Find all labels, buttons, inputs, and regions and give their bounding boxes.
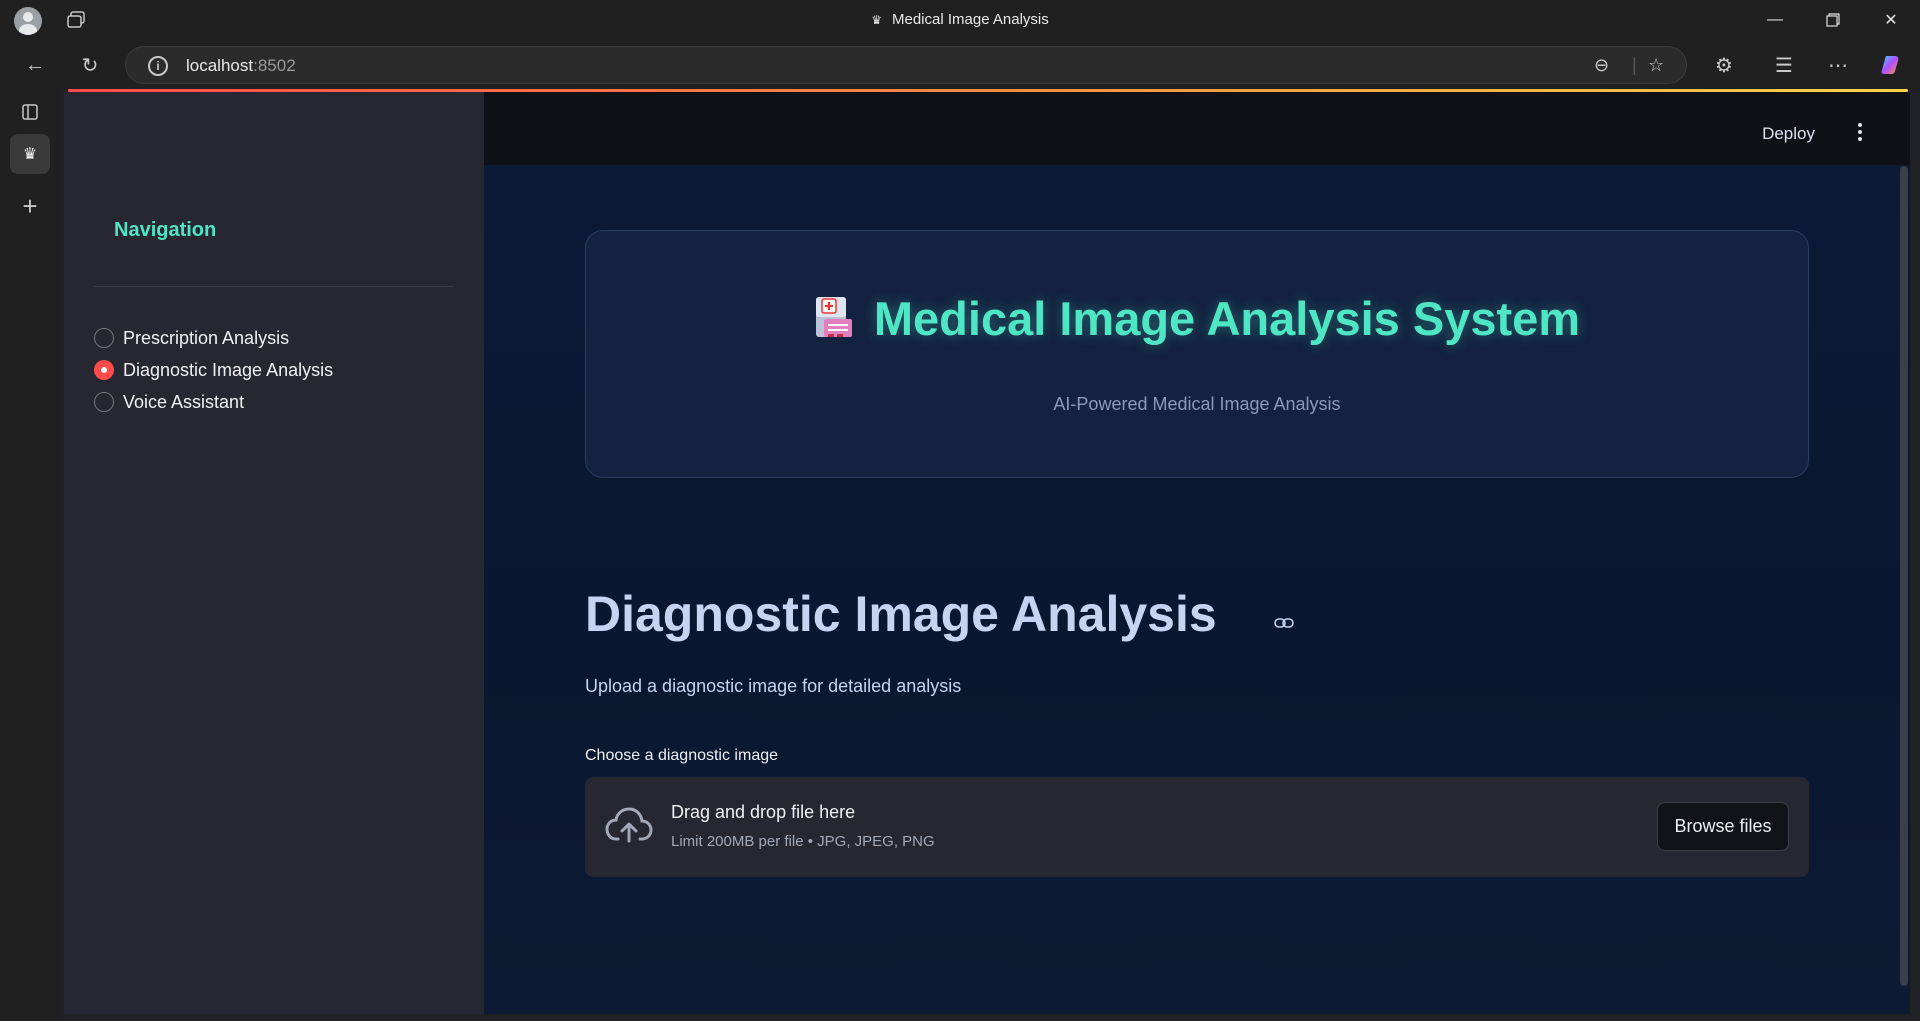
- dropzone-limit: Limit 200MB per file • JPG, JPEG, PNG: [671, 833, 935, 850]
- streamlit-crown-icon: ♛: [871, 13, 882, 27]
- url-text[interactable]: localhost:8502: [186, 56, 296, 76]
- main-scrollbar[interactable]: [1900, 166, 1908, 986]
- window-title-text: Medical Image Analysis: [892, 11, 1049, 28]
- radio-circle-selected[interactable]: [94, 360, 114, 380]
- radio-circle[interactable]: [94, 392, 114, 412]
- hero-subtitle: AI-Powered Medical Image Analysis: [1053, 394, 1341, 414]
- window-title: ♛ Medical Image Analysis: [0, 11, 1920, 28]
- new-tab-plus-icon[interactable]: +: [10, 186, 50, 226]
- radio-label: Voice Assistant: [123, 391, 245, 412]
- main-menu-icon[interactable]: [1850, 120, 1870, 146]
- active-tab-crown-icon[interactable]: ♛: [10, 134, 50, 174]
- app-header: Deploy: [484, 92, 1910, 165]
- radio-circle[interactable]: [94, 328, 114, 348]
- minimize-button[interactable]: —: [1746, 0, 1804, 40]
- hero-title-text: Medical Image Analysis System: [873, 292, 1581, 345]
- radio-label: Diagnostic Image Analysis: [123, 359, 334, 380]
- browse-files-button[interactable]: Browse files: [1657, 802, 1789, 851]
- omnibox-divider: |: [1632, 55, 1637, 75]
- url-port: :8502: [253, 56, 296, 75]
- reload-icon[interactable]: ↻: [74, 50, 106, 80]
- radio-voice-assistant[interactable]: Voice Assistant: [94, 388, 244, 416]
- address-bar[interactable]: i localhost:8502 ⊖ | ☆: [125, 46, 1687, 84]
- more-options-icon[interactable]: ⋯: [1822, 50, 1854, 80]
- close-window-button[interactable]: ✕: [1862, 0, 1920, 40]
- browser-toolbar: ← ↻ i localhost:8502 ⊖ | ☆ ⚙ ☰ ⋯: [0, 40, 1920, 90]
- hospital-icon: [814, 293, 854, 341]
- favorites-icon[interactable]: ☰: [1768, 50, 1800, 80]
- extensions-icon[interactable]: ⚙: [1708, 50, 1740, 80]
- tab-actions-icon[interactable]: [10, 92, 50, 132]
- browser-titlebar: ♛ Medical Image Analysis — ✕: [0, 0, 1920, 40]
- hero-card: Medical Image Analysis System AI-Powered…: [585, 230, 1809, 478]
- url-host: localhost: [186, 56, 254, 75]
- deploy-button[interactable]: Deploy: [1762, 124, 1815, 144]
- nav-divider: [94, 286, 454, 287]
- hero-title: Medical Image Analysis System: [586, 291, 1808, 346]
- browser-vertical-sidebar: ♛ +: [0, 90, 60, 1021]
- anchor-link-icon[interactable]: [1274, 616, 1294, 628]
- restore-button[interactable]: [1804, 0, 1862, 40]
- reader-mode-icon[interactable]: ⊖: [1594, 55, 1609, 76]
- favorite-star-icon[interactable]: ☆: [1648, 55, 1664, 76]
- radio-label: Prescription Analysis: [123, 327, 290, 348]
- cloud-upload-icon: [605, 805, 653, 845]
- back-arrow-icon[interactable]: ←: [19, 50, 51, 80]
- dropzone-title: Drag and drop file here: [671, 802, 856, 822]
- radio-diagnostic-image-analysis[interactable]: Diagnostic Image Analysis: [94, 356, 333, 384]
- nav-title: Navigation: [114, 219, 217, 241]
- file-dropzone[interactable]: Drag and drop file here Limit 200MB per …: [585, 777, 1809, 877]
- site-info-icon[interactable]: i: [148, 56, 168, 76]
- radio-prescription-analysis[interactable]: Prescription Analysis: [94, 324, 289, 352]
- app-sidebar: Navigation Prescription Analysis Diagnos…: [64, 92, 484, 1014]
- copilot-icon[interactable]: [1876, 50, 1908, 80]
